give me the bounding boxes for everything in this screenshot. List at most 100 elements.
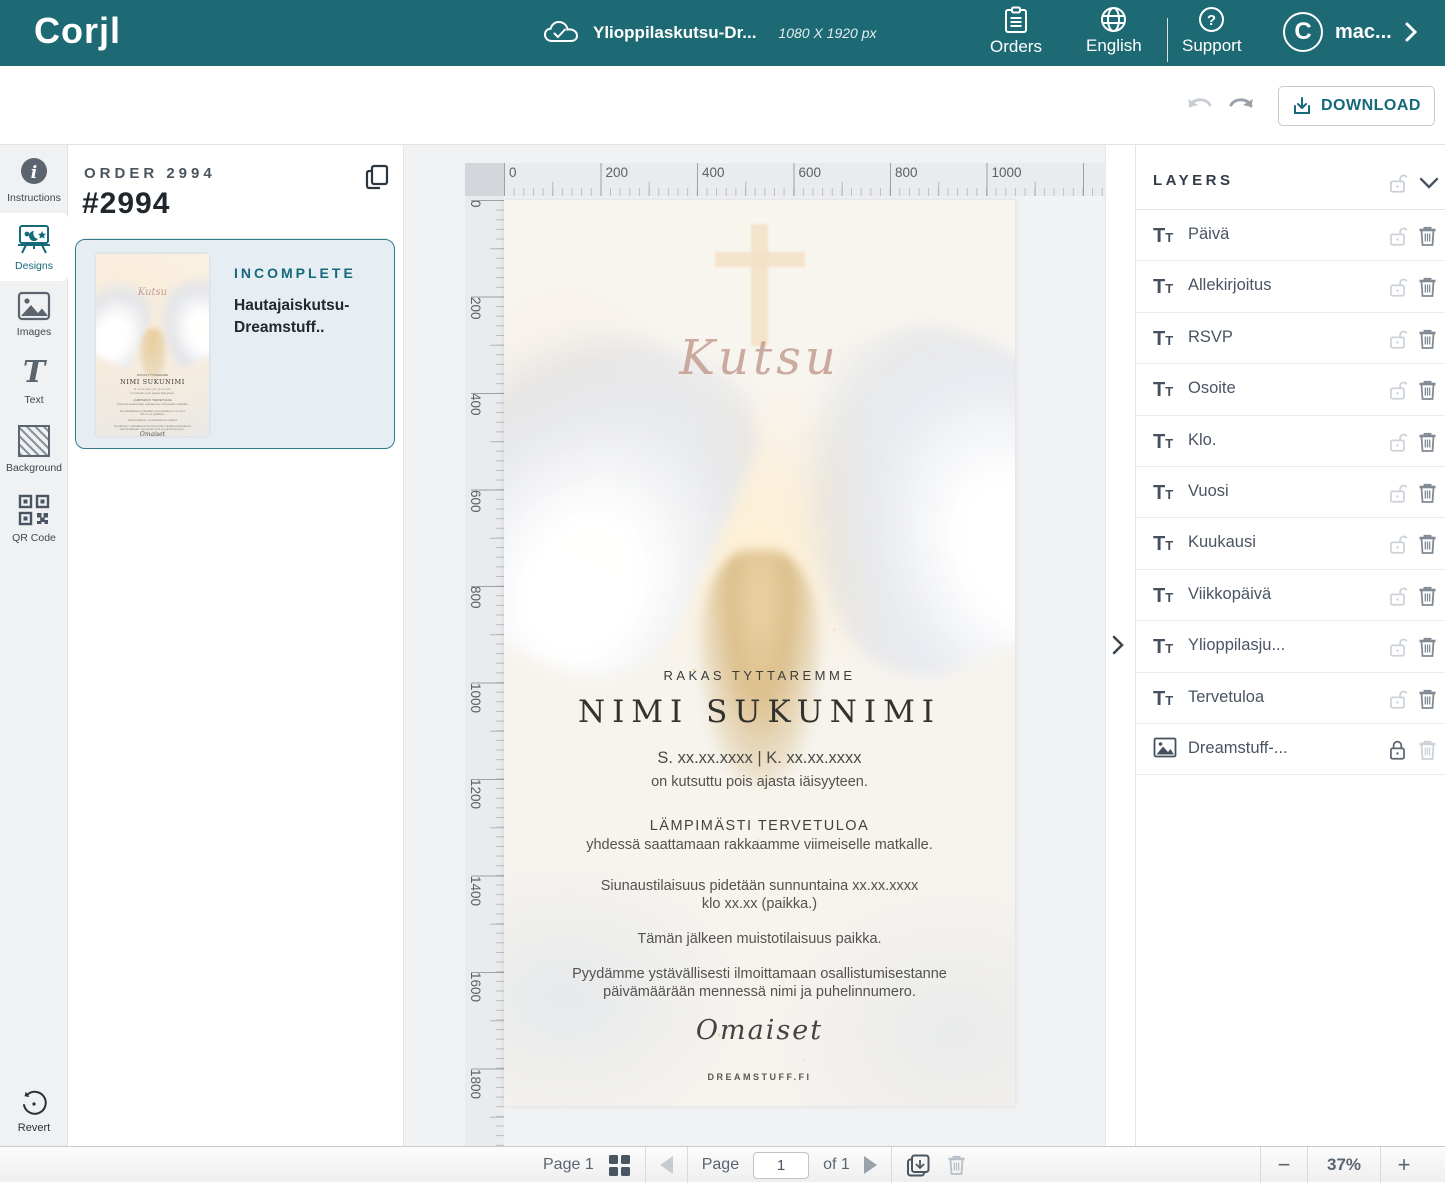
unlock-icon[interactable] bbox=[1386, 532, 1410, 556]
nav-support[interactable]: ? Support bbox=[1182, 6, 1242, 56]
zoom-level: 37% bbox=[1308, 1155, 1380, 1175]
ruler-tick-label: 1000 bbox=[992, 165, 1022, 180]
delete-layer-icon[interactable] bbox=[1416, 275, 1439, 299]
layer-row[interactable]: TT Viikkopäivä bbox=[1136, 570, 1445, 621]
chevron-down-icon[interactable] bbox=[1419, 177, 1439, 190]
rail-item-background[interactable]: Background bbox=[0, 415, 68, 483]
rail-item-designs[interactable]: Designs bbox=[0, 213, 68, 281]
delete-layer-icon[interactable] bbox=[1416, 687, 1439, 711]
zoom-out-button[interactable]: − bbox=[1261, 1152, 1307, 1178]
previous-page-icon[interactable] bbox=[660, 1156, 673, 1174]
text-layer-name[interactable]: NIMI SUKUNIMI bbox=[504, 694, 1015, 730]
text-layer-icon: TT bbox=[1153, 274, 1173, 302]
thumb-angel bbox=[140, 328, 166, 378]
design-name: Hautajaiskutsu- bbox=[234, 297, 349, 315]
text-layer-brand[interactable]: DREAMSTUFF.FI bbox=[504, 1072, 1015, 1082]
delete-layer-icon[interactable] bbox=[1416, 635, 1439, 659]
unlock-icon[interactable] bbox=[1386, 327, 1410, 351]
delete-layer-icon[interactable] bbox=[1416, 224, 1439, 248]
delete-layer-icon[interactable] bbox=[1416, 584, 1439, 608]
revert-button[interactable]: Revert bbox=[0, 1089, 68, 1134]
page-number-input[interactable] bbox=[753, 1152, 809, 1179]
document-title[interactable]: Ylioppilaskutsu-Dr... bbox=[593, 23, 756, 43]
text-layer-called[interactable]: on kutsuttu pois ajasta iäisyyteen. bbox=[504, 774, 1015, 790]
delete-layer-icon[interactable] bbox=[1416, 738, 1439, 762]
delete-page-icon[interactable] bbox=[945, 1153, 968, 1177]
text-tool-icon: T bbox=[23, 357, 45, 389]
layer-row[interactable]: TT Päivä bbox=[1136, 210, 1445, 261]
next-page-icon[interactable] bbox=[864, 1156, 877, 1174]
collapse-panel-chevron-icon[interactable] bbox=[1110, 633, 1126, 657]
unlock-icon[interactable] bbox=[1386, 275, 1410, 299]
text-layer-dear[interactable]: RAKAS TYTTAREMME bbox=[504, 668, 1015, 683]
tool-rail: i Instructions Designs Images T bbox=[0, 145, 68, 1146]
canvas-workspace: 02004006008001000 0200400600800100012001… bbox=[404, 145, 1105, 1146]
text-layer-welcome-heading[interactable]: LÄMPIMÄSTI TERVETULOA bbox=[504, 818, 1015, 834]
undo-button[interactable] bbox=[1185, 92, 1215, 116]
unlock-icon[interactable] bbox=[1386, 687, 1410, 711]
nav-orders[interactable]: Orders bbox=[990, 6, 1042, 57]
layer-row[interactable]: TT Tervetuloa bbox=[1136, 673, 1445, 724]
unlock-icon[interactable] bbox=[1386, 481, 1410, 505]
globe-icon bbox=[1100, 6, 1127, 33]
page-grid-view-icon[interactable] bbox=[608, 1154, 631, 1177]
copy-icon[interactable] bbox=[364, 163, 390, 191]
layer-label: Klo. bbox=[1188, 431, 1216, 450]
text-layer-ceremony-2[interactable]: klo xx.xx (paikka.) bbox=[504, 896, 1015, 912]
delete-layer-icon[interactable] bbox=[1416, 378, 1439, 402]
lock-icon[interactable] bbox=[1386, 738, 1410, 762]
delete-layer-icon[interactable] bbox=[1416, 430, 1439, 454]
layer-row[interactable]: TT Allekirjoitus bbox=[1136, 261, 1445, 312]
unlock-icon[interactable] bbox=[1386, 430, 1410, 454]
page-controls: Page 1 Page of 1 bbox=[543, 1147, 968, 1183]
download-button[interactable]: DOWNLOAD bbox=[1278, 86, 1435, 126]
corjl-logo[interactable]: Corjl bbox=[34, 10, 121, 52]
text-layer-rsvp-2[interactable]: päivämäärään mennessä nimi ja puhelinnum… bbox=[504, 984, 1015, 1000]
text-layer-welcome-sub[interactable]: yhdessä saattamaan rakkaamme viimeiselle… bbox=[504, 837, 1015, 853]
layer-row[interactable]: TT Ylioppilasju... bbox=[1136, 621, 1445, 672]
thumb-watermark: Kutsu bbox=[96, 287, 209, 298]
layer-row[interactable]: TT Vuosi bbox=[1136, 467, 1445, 518]
unlock-icon[interactable] bbox=[1386, 584, 1410, 608]
layer-row[interactable]: TT Osoite bbox=[1136, 364, 1445, 415]
ruler-tick-label: 1600 bbox=[468, 972, 482, 1002]
design-page[interactable]: Kutsu RAKAS TYTTAREMME NIMI SUKUNIMI S. … bbox=[504, 200, 1015, 1106]
text-layer-icon: TT bbox=[1153, 480, 1173, 508]
delete-layer-icon[interactable] bbox=[1416, 481, 1439, 505]
zoom-in-button[interactable]: + bbox=[1381, 1152, 1427, 1178]
design-card[interactable]: Kutsu RAKAS TYTTAREMME NIMI SUKUNIMI S. … bbox=[75, 239, 395, 449]
status-badge: INCOMPLETE bbox=[234, 265, 356, 281]
layer-row[interactable]: TT Klo. bbox=[1136, 416, 1445, 467]
text-layer-ceremony-1[interactable]: Siunaustilaisuus pidetään sunnuntaina xx… bbox=[504, 878, 1015, 894]
user-menu[interactable]: C mac... bbox=[1283, 12, 1418, 52]
nav-language[interactable]: English bbox=[1086, 6, 1142, 56]
layers-title: LAYERS bbox=[1153, 172, 1233, 189]
rail-item-instructions[interactable]: i Instructions bbox=[0, 145, 68, 213]
text-layer-memorial[interactable]: Tämän jälkeen muistotilaisuus paikka. bbox=[504, 931, 1015, 947]
rail-item-text[interactable]: T Text bbox=[0, 347, 68, 415]
svg-text:i: i bbox=[31, 163, 37, 183]
design-name: Dreamstuff.. bbox=[234, 319, 324, 337]
designs-icon bbox=[16, 223, 52, 255]
text-layer-icon: TT bbox=[1153, 686, 1173, 714]
text-layer-dates[interactable]: S. xx.xx.xxxx | K. xx.xx.xxxx bbox=[504, 749, 1015, 768]
text-layer-kutsu[interactable]: Kutsu bbox=[504, 330, 1015, 386]
text-layer-signature[interactable]: Omaiset bbox=[504, 1015, 1015, 1046]
rail-item-images[interactable]: Images bbox=[0, 281, 68, 347]
clipboard-icon bbox=[1004, 6, 1028, 34]
redo-button[interactable] bbox=[1226, 92, 1256, 116]
divider bbox=[645, 1147, 646, 1183]
lock-all-icon[interactable] bbox=[1386, 171, 1410, 195]
delete-layer-icon[interactable] bbox=[1416, 327, 1439, 351]
unlock-icon[interactable] bbox=[1386, 378, 1410, 402]
layer-label: Vuosi bbox=[1188, 482, 1229, 501]
unlock-icon[interactable] bbox=[1386, 635, 1410, 659]
duplicate-page-icon[interactable] bbox=[906, 1153, 931, 1178]
unlock-icon[interactable] bbox=[1386, 224, 1410, 248]
text-layer-rsvp-1[interactable]: Pyydämme ystävällisesti ilmoittamaan osa… bbox=[504, 966, 1015, 982]
layer-row[interactable]: Dreamstuff-... bbox=[1136, 724, 1445, 775]
layer-row[interactable]: TT RSVP bbox=[1136, 313, 1445, 364]
delete-layer-icon[interactable] bbox=[1416, 532, 1439, 556]
rail-item-qr-code[interactable]: QR Code bbox=[0, 483, 68, 553]
layer-row[interactable]: TT Kuukausi bbox=[1136, 518, 1445, 569]
